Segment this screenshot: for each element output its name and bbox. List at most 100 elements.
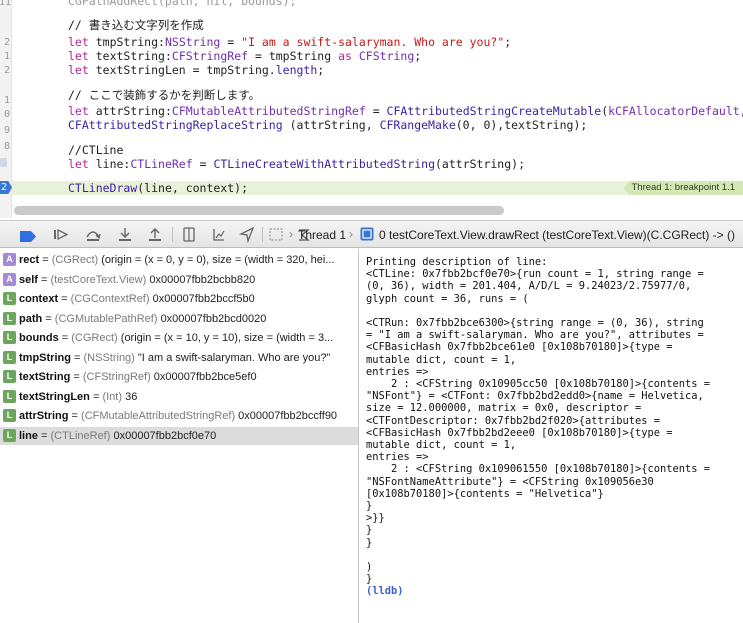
variable-row[interactable]: Aself = (testCoreText.View) 0x00007fbb2b… [0,271,358,289]
keyword: let [68,104,89,118]
expression: (attrString); [435,157,526,171]
step-into-button[interactable] [116,226,134,243]
variable-value: 36 [125,390,138,403]
frames-button[interactable] [268,226,284,243]
local-variable-icon: L [3,350,16,364]
code-line: CFAttributedStringReplaceString (attrStr… [68,118,587,132]
code-line: let textString:CFStringRef = tmpString a… [68,49,421,63]
toolbar-separator [262,227,263,242]
operator: = [365,104,387,118]
view-debug-icon [183,227,195,242]
line-number: 2 [1,182,8,193]
view-debug-button[interactable] [180,226,198,243]
expression: (line, context); [137,181,249,195]
keyword: as [338,49,352,63]
keyword: let [68,157,89,171]
code-line: let textStringLen = tmpString.length; [68,63,324,77]
type-name: CFString [358,49,415,63]
string-literal: "I am a swift-salaryman. Who are you?" [241,35,505,49]
step-into-icon [119,228,131,241]
thread-breakpoint-badge[interactable]: Thread 1: breakpoint 1.1 [623,181,743,195]
step-out-button[interactable] [146,226,164,243]
debug-console[interactable]: Printing description of line: <CTLine: 0… [360,249,743,623]
frame-icon [360,227,374,241]
local-variable-icon: L [3,311,16,325]
line-number: 0 [3,109,10,120]
code-line-current: CTLineDraw(line, context); [68,181,248,195]
function-name: CTLineCreateWithAttributedString [213,157,435,171]
variable-value: (origin = (x = 10, y = 10), size = (widt… [120,332,334,344]
step-over-button[interactable] [84,226,102,243]
gutter-marker[interactable] [0,158,7,167]
line-number: 1 [3,51,10,62]
location-icon [238,226,255,244]
type-name: CTLineRef [130,157,193,171]
code-line: let attrString:CFMutableAttributedString… [68,104,743,118]
variable-text: line = (CTLineRef) 0x00007fbb2bcf0e70 [19,429,217,442]
function-name: CFRangeMake [379,118,456,132]
line-number: 2 [3,37,10,48]
source-editor[interactable]: 11 2 1 2 1 0 9 8 2 CGPathAddRect(path, n… [0,0,743,218]
breadcrumb-thread[interactable]: Thread 1 [298,227,346,243]
variable-value: 0x00007fbb2bccf5b0 [152,293,255,305]
variable-row[interactable]: Lline = (CTLineRef) 0x00007fbb2bcf0e70 [0,426,358,445]
breakpoint-toggle-icon [20,231,36,242]
type-name: CFStringRef [171,49,249,63]
argument-icon: A [3,272,16,286]
variable-row[interactable]: Lpath = (CGMutablePathRef) 0x00007fbb2bc… [0,310,358,328]
line-number: 8 [3,141,10,152]
variable-name: self [19,273,38,286]
continue-button[interactable] [52,226,70,243]
local-variable-icon: L [3,389,16,403]
code-comment: //CTLine [68,143,124,157]
variable-row[interactable]: LattrString = (CFMutableAttributedString… [0,407,358,425]
variable-text: bounds = (CGRect) (origin = (x = 10, y =… [19,332,334,344]
variable-row[interactable]: LtmpString = (NSString) "I am a swift-sa… [0,349,358,367]
variable-value: 0x00007fbb2bccff90 [238,410,338,422]
variable-text: textString = (CFStringRef) 0x00007fbb2bc… [19,371,257,383]
operator: = [220,35,242,49]
function-name: CTLineDraw [68,181,138,195]
variable-type: (NSString) [83,351,135,364]
identifier: tmpString: [95,35,165,49]
breadcrumb-frame[interactable]: 0 testCoreText.View.drawRect (testCoreTe… [379,227,735,243]
type-name: NSString [164,35,221,49]
toolbar-separator [172,227,173,242]
terminator: ; [504,35,512,49]
breakpoint-toggle-button[interactable] [20,229,36,242]
variable-type: (CGContextRef) [70,293,150,305]
location-button[interactable] [238,226,256,244]
identifier: line: [95,157,131,171]
variables-view[interactable]: Arect = (CGRect) (origin = (x = 0, y = 0… [0,249,359,623]
variable-value: "I am a swift-salaryman. Who are you?" [137,351,331,364]
variable-text: textStringLen = (Int) 36 [19,390,138,403]
code-comment: // 書き込む文字列を作成 [68,18,204,32]
variable-type: (CFStringRef) [82,371,151,383]
variable-row[interactable]: LtextString = (CFStringRef) 0x00007fbb2b… [0,368,358,386]
variable-name: context [19,293,59,305]
variable-type: (CFMutableAttributedStringRef) [81,410,236,422]
local-variable-icon: L [3,370,16,383]
variable-type: (CGRect) [51,254,99,266]
variable-row[interactable]: LtextStringLen = (Int) 36 [0,388,358,406]
line-number: 11 [0,0,12,8]
terminator: ; [317,63,325,77]
chevron-right-icon: › [289,227,293,241]
variable-value: 0x00007fbb2bcf0e70 [113,429,217,442]
expression: textStringLen = tmpString. [95,63,276,77]
variable-text: path = (CGMutablePathRef) 0x00007fbb2bcd… [19,312,267,325]
horizontal-scrollbar[interactable] [14,206,504,215]
variable-row[interactable]: Lcontext = (CGContextRef) 0x00007fbb2bcc… [0,290,358,308]
variable-name: textString [19,371,71,383]
variable-row[interactable]: Lbounds = (CGRect) (origin = (x = 10, y … [0,329,358,347]
identifier: attrString: [95,104,172,118]
variable-value: (origin = (x = 0, y = 0), size = (width … [101,254,335,266]
function-name: CFAttributedStringCreateMutable [386,104,602,118]
variable-name: bounds [19,332,59,344]
local-variable-icon: L [3,409,16,422]
variable-text: rect = (CGRect) (origin = (x = 0, y = 0)… [19,254,335,266]
variable-row[interactable]: Arect = (CGRect) (origin = (x = 0, y = 0… [0,251,358,269]
memory-graph-button[interactable] [210,226,228,243]
console-prompt[interactable]: (lldb) [366,585,743,597]
keyword: let [68,49,89,63]
